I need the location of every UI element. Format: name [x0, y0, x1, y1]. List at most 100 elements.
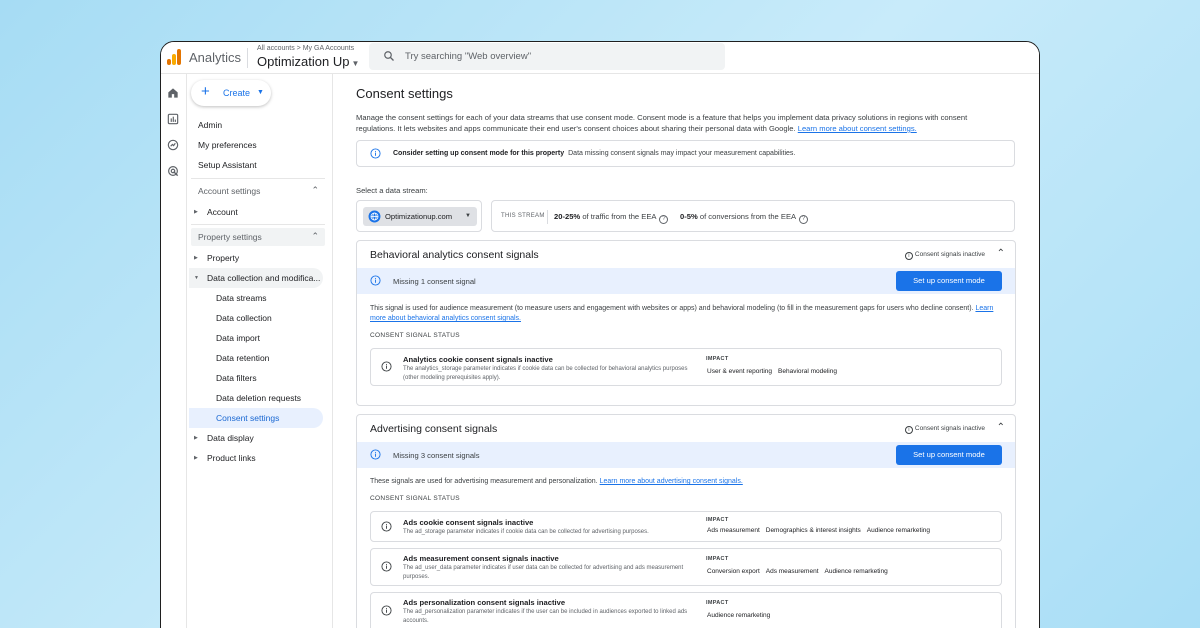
traffic-text: of traffic from the EEA: [582, 212, 657, 221]
card-description: This signal is used for audience measure…: [370, 304, 1000, 324]
home-icon[interactable]: [166, 86, 180, 100]
impact-tags: User & event reporting Behavioral modelin…: [705, 367, 841, 376]
section-label: Property settings: [198, 232, 262, 242]
app-name: Analytics: [189, 50, 242, 65]
notice-title: Consider setting up consent mode for thi…: [393, 150, 565, 157]
sidebar-item-admin[interactable]: Admin: [198, 120, 222, 130]
sidebar-item-my-preferences[interactable]: My preferences: [198, 140, 257, 150]
signal-description: The ad_storage parameter indicates if co…: [403, 529, 649, 535]
info-icon: [370, 449, 381, 460]
set-up-consent-mode-button[interactable]: Set up consent mode: [896, 271, 1002, 291]
missing-text: Missing 1 consent signal: [393, 277, 476, 286]
notice-text: Data missing consent signals may impact …: [568, 150, 796, 157]
this-stream-label: THIS STREAM: [501, 213, 545, 219]
impact-tags: Ads measurement Demographics & interest i…: [705, 526, 934, 535]
missing-signal-banner: Missing 3 consent signals Set up consent…: [357, 442, 1015, 468]
admin-sidebar: + Create ▼ Admin My preferences Setup As…: [187, 74, 333, 628]
consent-signal-status-label: CONSENT SIGNAL STATUS: [370, 332, 460, 339]
expand-arrow-icon[interactable]: ▶: [194, 255, 198, 261]
description-text: This signal is used for audience measure…: [370, 305, 974, 312]
stream-name: Optimizationup.com: [385, 212, 453, 221]
impact-tag: User & event reporting: [705, 367, 775, 376]
search-icon: [384, 51, 394, 61]
create-label: Create: [223, 88, 251, 98]
traffic-stat: 20-25% of traffic from the EEA?: [554, 212, 669, 224]
sidebar-item-data-deletion-requests[interactable]: Data deletion requests: [216, 393, 301, 403]
select-stream-label: Select a data stream:: [356, 186, 428, 195]
chevron-up-icon: ⌃: [311, 185, 319, 195]
signal-title: Ads measurement consent signals inactive: [403, 554, 559, 563]
set-up-consent-mode-button[interactable]: Set up consent mode: [896, 445, 1002, 465]
caret-down-icon: ▼: [465, 213, 471, 219]
account-selector[interactable]: Optimization Up ▼: [257, 54, 359, 69]
help-icon[interactable]: ?: [799, 215, 809, 224]
sidebar-item-data-import[interactable]: Data import: [216, 333, 260, 343]
divider: [191, 224, 325, 225]
explore-icon[interactable]: [166, 138, 180, 152]
sidebar-item-property[interactable]: Property: [207, 253, 239, 263]
info-icon: [381, 521, 392, 532]
collapse-chevron-icon[interactable]: ⌃: [997, 422, 1005, 433]
divider: [547, 210, 548, 224]
learn-more-consent-link[interactable]: Learn more about consent settings.: [798, 124, 917, 133]
status-text: Consent signals inactive: [914, 251, 985, 258]
sidebar-item-data-collection-and-modification[interactable]: Data collection and modifica...: [207, 273, 320, 283]
sidebar-item-account[interactable]: Account: [207, 207, 238, 217]
account-settings-section[interactable]: Account settings ⌃: [191, 182, 325, 200]
create-button[interactable]: + Create ▼: [191, 80, 271, 106]
card-description: These signals are used for advertising m…: [370, 477, 1000, 487]
info-icon: [370, 275, 381, 286]
collapse-chevron-icon[interactable]: ⌃: [997, 248, 1005, 259]
signal-title: Analytics cookie consent signals inactiv…: [403, 355, 553, 364]
impact-tag: Ads measurement: [705, 526, 762, 535]
sidebar-item-data-display[interactable]: Data display: [207, 433, 254, 443]
collapse-arrow-icon[interactable]: ▼: [194, 275, 199, 281]
expand-arrow-icon[interactable]: ▶: [194, 455, 198, 461]
conversions-stat: 0-5% of conversions from the EEA?: [680, 212, 809, 224]
stream-dropdown[interactable]: Optimizationup.com ▼: [363, 207, 477, 226]
conversions-text: of conversions from the EEA: [699, 212, 797, 221]
top-bar: Analytics All accounts > My GA Accounts …: [161, 42, 1039, 74]
analytics-logo-icon[interactable]: [167, 49, 181, 65]
info-icon: [381, 561, 392, 572]
help-icon[interactable]: ?: [659, 215, 669, 224]
expand-arrow-icon[interactable]: ▶: [194, 435, 198, 441]
sidebar-item-setup-assistant[interactable]: Setup Assistant: [198, 160, 257, 170]
impact-label: IMPACT: [706, 517, 729, 523]
page-description: Manage the consent settings for each of …: [356, 112, 996, 134]
conversions-percent: 0-5%: [680, 212, 698, 221]
property-settings-section[interactable]: Property settings ⌃: [191, 228, 325, 246]
learn-more-link[interactable]: Learn more about advertising consent sig…: [600, 478, 743, 485]
info-outline-icon: i: [904, 252, 913, 260]
section-label: Account settings: [198, 186, 261, 196]
sidebar-item-product-links[interactable]: Product links: [207, 453, 256, 463]
sidebar-item-data-streams[interactable]: Data streams: [216, 293, 267, 303]
info-outline-icon: i: [904, 426, 913, 434]
app-window: Analytics All accounts > My GA Accounts …: [160, 41, 1040, 628]
advertising-icon[interactable]: [166, 164, 180, 178]
page-title: Consent settings: [356, 86, 453, 101]
divider: [191, 178, 325, 179]
info-icon: [381, 605, 392, 616]
expand-arrow-icon[interactable]: ▶: [194, 209, 198, 215]
globe-icon: [368, 210, 381, 223]
caret-down-icon: ▼: [257, 89, 264, 96]
breadcrumb[interactable]: All accounts > My GA Accounts: [257, 45, 354, 52]
signal-description: The analytics_storage parameter indicate…: [403, 366, 688, 381]
reports-icon[interactable]: [166, 112, 180, 126]
main-content: Consent settings Manage the consent sett…: [333, 74, 1039, 628]
status-badge: i Consent signals inactive: [904, 425, 985, 434]
impact-tag: Audience remarketing: [864, 526, 932, 535]
sidebar-item-data-retention[interactable]: Data retention: [216, 353, 269, 363]
search-bar[interactable]: [369, 43, 725, 70]
impact-tags: Conversion export Ads measurement Audience…: [705, 567, 892, 576]
signal-row: Ads personalization consent signals inac…: [370, 592, 1002, 628]
sidebar-item-consent-settings[interactable]: Consent settings: [216, 413, 279, 423]
impact-tags: Audience remarketing: [705, 611, 774, 620]
impact-tag: Audience remarketing: [705, 611, 773, 620]
signal-row: Analytics cookie consent signals inactiv…: [370, 348, 1002, 386]
sidebar-item-data-filters[interactable]: Data filters: [216, 373, 257, 383]
divider: [247, 48, 248, 68]
search-input[interactable]: [405, 49, 705, 64]
sidebar-item-data-collection[interactable]: Data collection: [216, 313, 272, 323]
